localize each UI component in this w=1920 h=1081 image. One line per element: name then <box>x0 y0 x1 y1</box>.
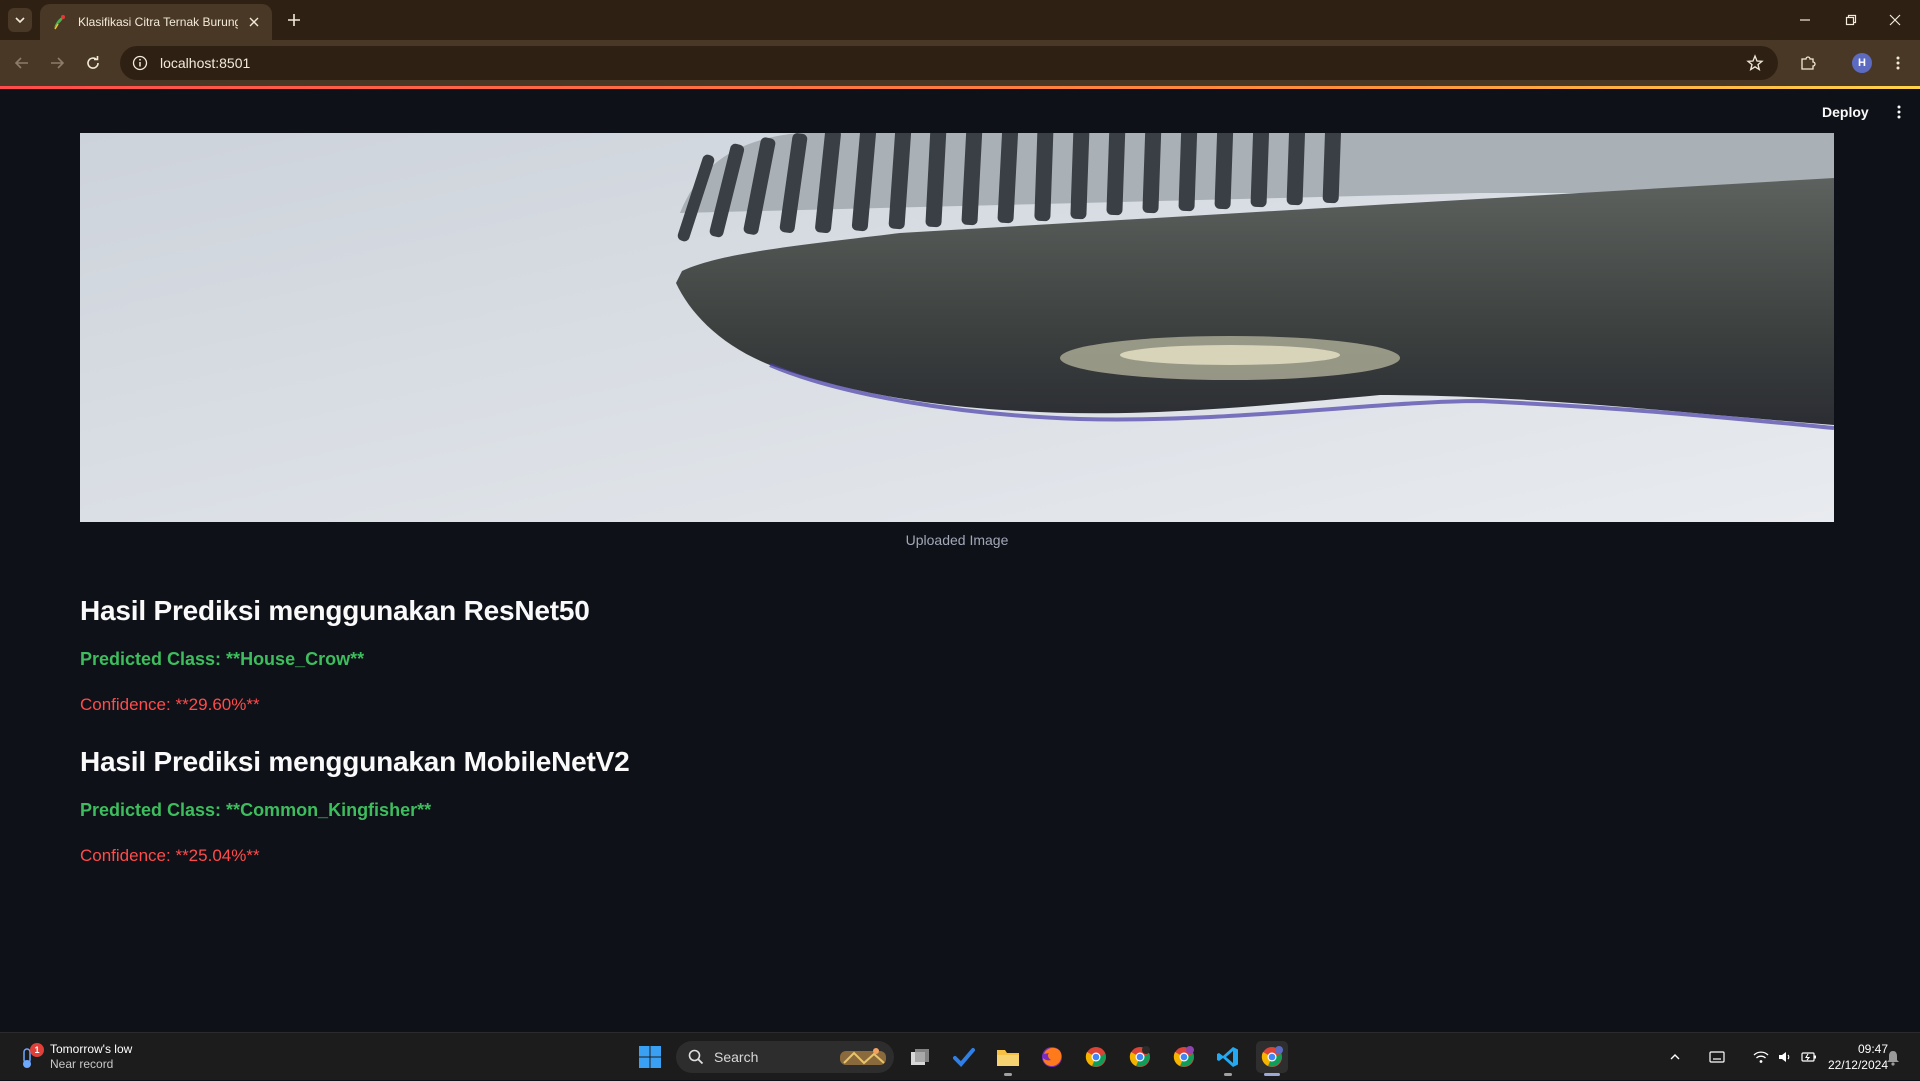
avatar: H <box>1852 53 1872 73</box>
mobilenetv2-confidence: Confidence: **25.04%** <box>80 846 260 865</box>
chevron-up-icon <box>1670 1054 1680 1060</box>
url-text[interactable]: localhost:8501 <box>160 55 250 71</box>
folder-icon <box>997 1050 1019 1066</box>
browser-tab-active[interactable]: Klasifikasi Citra Ternak Burung I <box>40 4 272 40</box>
weather-alert-badge: 1 <box>30 1043 44 1057</box>
new-tab-button[interactable] <box>282 8 306 32</box>
taskbar-clock[interactable]: 09:47 22/12/2024 <box>1808 1041 1888 1073</box>
task-view-icon <box>911 1049 929 1065</box>
windows-taskbar: 1 Tomorrow's low Near record Search 09:4… <box>0 1032 1920 1080</box>
close-window-button[interactable] <box>1872 6 1918 34</box>
restore-button[interactable] <box>1828 6 1874 34</box>
mobilenetv2-predicted-class: Predicted Class: **Common_Kingfisher** <box>80 800 432 820</box>
uploaded-image <box>80 133 1834 522</box>
wifi-icon <box>1753 1051 1769 1063</box>
volume-status[interactable] <box>1774 1046 1796 1068</box>
resnet50-result-heading: Hasil Prediksi menggunakan ResNet50 <box>80 595 590 626</box>
wifi-status[interactable] <box>1750 1046 1772 1068</box>
todo-checkmark-icon <box>953 1048 975 1067</box>
tab-strip: Klasifikasi Citra Ternak Burung I <box>0 0 1920 40</box>
tab-search-button[interactable] <box>8 8 32 32</box>
street-lamp-photo <box>80 133 1834 522</box>
search-label: Search <box>714 1049 759 1065</box>
chrome-profile-icon <box>1129 1046 1150 1067</box>
keyboard-layout-button[interactable] <box>1706 1046 1728 1068</box>
resnet50-confidence: Confidence: **29.60%** <box>80 695 260 714</box>
app-main-menu-button[interactable] <box>1887 100 1911 124</box>
chevron-down-icon <box>15 17 25 24</box>
notification-center-button[interactable] <box>1882 1047 1904 1069</box>
arrow-left-icon <box>14 57 28 69</box>
forward-button[interactable] <box>43 49 71 77</box>
weather-widget[interactable]: 1 Tomorrow's low Near record <box>18 1039 132 1075</box>
system-tray <box>1664 1033 1830 1081</box>
tab-close-icon[interactable] <box>246 14 262 30</box>
speaker-icon <box>1779 1052 1790 1062</box>
close-icon <box>1889 14 1901 26</box>
taskbar-search[interactable]: Search <box>676 1041 894 1073</box>
keyboard-icon <box>1709 1051 1725 1063</box>
chrome-active-icon <box>1261 1046 1283 1067</box>
clock-time: 09:47 <box>1857 1042 1888 1056</box>
reload-button[interactable] <box>79 49 107 77</box>
bookmark-star-icon[interactable] <box>1746 54 1764 72</box>
parrot-favicon-icon <box>54 15 65 30</box>
browser-menu-button[interactable] <box>1884 49 1912 77</box>
chrome-button[interactable] <box>1080 1041 1112 1073</box>
chrome-profile-icon <box>1173 1046 1194 1067</box>
app-header: Deploy <box>0 89 1920 135</box>
back-button[interactable] <box>8 49 36 77</box>
chrome-profile-2-button[interactable] <box>1124 1041 1156 1073</box>
mobilenetv2-result-heading: Hasil Prediksi menggunakan MobileNetV2 <box>80 746 630 777</box>
firefox-button[interactable] <box>1036 1041 1068 1073</box>
search-icon <box>688 1049 704 1065</box>
windows-start-icon <box>639 1046 661 1068</box>
clock-date: 22/12/2024 <box>1827 1058 1888 1072</box>
search-highlight-art-icon <box>840 1048 886 1065</box>
minimize-button[interactable] <box>1782 6 1828 34</box>
todo-app-button[interactable] <box>948 1041 980 1073</box>
chrome-icon <box>1085 1047 1106 1067</box>
chrome-profile-3-button[interactable] <box>1168 1041 1200 1073</box>
chrome-active-button[interactable] <box>1256 1041 1288 1076</box>
vscode-icon <box>1217 1047 1238 1067</box>
resnet50-predicted-class: Predicted Class: **House_Crow** <box>80 649 365 669</box>
file-explorer-button[interactable] <box>992 1041 1024 1076</box>
start-button[interactable] <box>634 1041 666 1073</box>
vscode-button[interactable] <box>1212 1041 1244 1076</box>
bell-icon <box>1887 1051 1899 1066</box>
kebab-menu-icon <box>1896 56 1900 70</box>
task-view-button[interactable] <box>904 1041 936 1073</box>
tab-title: Klasifikasi Citra Ternak Burung I <box>78 15 238 29</box>
restore-icon <box>1845 14 1857 26</box>
minimize-icon <box>1800 19 1810 21</box>
kebab-menu-icon <box>1897 105 1901 119</box>
thermometer-icon: 1 <box>18 1043 44 1071</box>
browser-window-frame: Klasifikasi Citra Ternak Burung I localh… <box>0 0 1920 88</box>
weather-subtitle: Near record <box>50 1057 114 1071</box>
deploy-button[interactable]: Deploy <box>1818 99 1873 125</box>
image-caption: Uploaded Image <box>905 532 1009 548</box>
streamlit-app: Deploy Uploaded Image Hasil Prediksi men… <box>0 89 1920 1032</box>
extensions-button[interactable] <box>1794 49 1822 77</box>
address-bar[interactable]: localhost:8501 <box>120 46 1778 80</box>
reload-icon <box>87 56 99 69</box>
show-hidden-icons-button[interactable] <box>1664 1046 1686 1068</box>
plus-icon <box>288 14 300 26</box>
puzzle-piece-icon <box>1801 56 1816 70</box>
firefox-icon <box>1042 1047 1062 1067</box>
profile-button[interactable]: H <box>1848 49 1876 77</box>
weather-title: Tomorrow's low <box>50 1042 133 1056</box>
site-info-icon[interactable] <box>132 55 148 71</box>
arrow-right-icon <box>51 57 65 69</box>
